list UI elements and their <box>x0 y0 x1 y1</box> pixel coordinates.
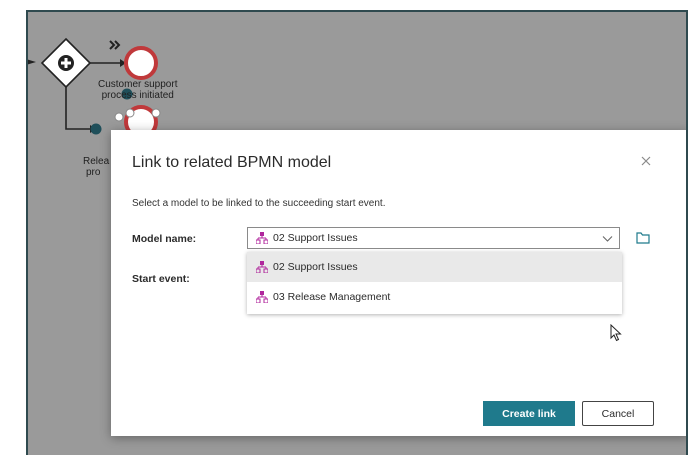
model-name-select[interactable]: 02 Support Issues <box>247 227 620 249</box>
model-select-value: 02 Support Issues <box>273 232 358 244</box>
parallel-gateway[interactable] <box>40 37 92 89</box>
dialog-description: Select a model to be linked to the succe… <box>132 198 386 209</box>
close-icon[interactable] <box>638 153 654 169</box>
cancel-button[interactable]: Cancel <box>582 401 654 426</box>
bpmn-model-icon <box>256 232 268 244</box>
link-marker-icon <box>90 123 102 135</box>
folder-icon[interactable] <box>636 231 650 244</box>
modeler-canvas-frame: Customer support process initiated Relea… <box>26 10 688 455</box>
start-event-label: Start event: <box>132 273 190 285</box>
dropdown-option-release-management[interactable]: 03 Release Management <box>247 282 622 312</box>
model-name-label: Model name: <box>132 233 197 245</box>
sequence-flow[interactable] <box>65 87 90 130</box>
event-label: Customer support process initiated <box>98 79 177 101</box>
link-model-dialog: Link to related BPMN model Select a mode… <box>111 130 686 436</box>
event-label-line: Relea <box>83 156 110 167</box>
dialog-title: Link to related BPMN model <box>132 154 332 171</box>
sequence-flow-arrow <box>28 59 36 65</box>
end-event[interactable] <box>124 46 158 80</box>
gear-icon[interactable] <box>151 108 161 118</box>
event-label-line: Customer support <box>98 79 178 90</box>
handle-icon[interactable] <box>125 108 135 118</box>
dropdown-option-support-issues[interactable]: 02 Support Issues <box>247 252 622 282</box>
bpmn-model-icon <box>256 261 268 273</box>
bpmn-model-icon <box>256 291 268 303</box>
event-label-partial: Relea pro <box>83 156 109 178</box>
model-dropdown-list: 02 Support Issues 03 Release Management <box>247 252 622 314</box>
double-chevron-icon <box>109 40 121 50</box>
handle-icon[interactable] <box>114 112 124 122</box>
chevron-down-icon[interactable] <box>602 233 613 244</box>
event-label-line: process initiated <box>101 90 174 101</box>
mouse-pointer-icon <box>610 324 622 342</box>
dropdown-option-label: 03 Release Management <box>273 291 391 303</box>
event-label-line: pro <box>86 167 101 178</box>
create-link-button[interactable]: Create link <box>483 401 575 426</box>
dropdown-option-label: 02 Support Issues <box>273 261 358 273</box>
